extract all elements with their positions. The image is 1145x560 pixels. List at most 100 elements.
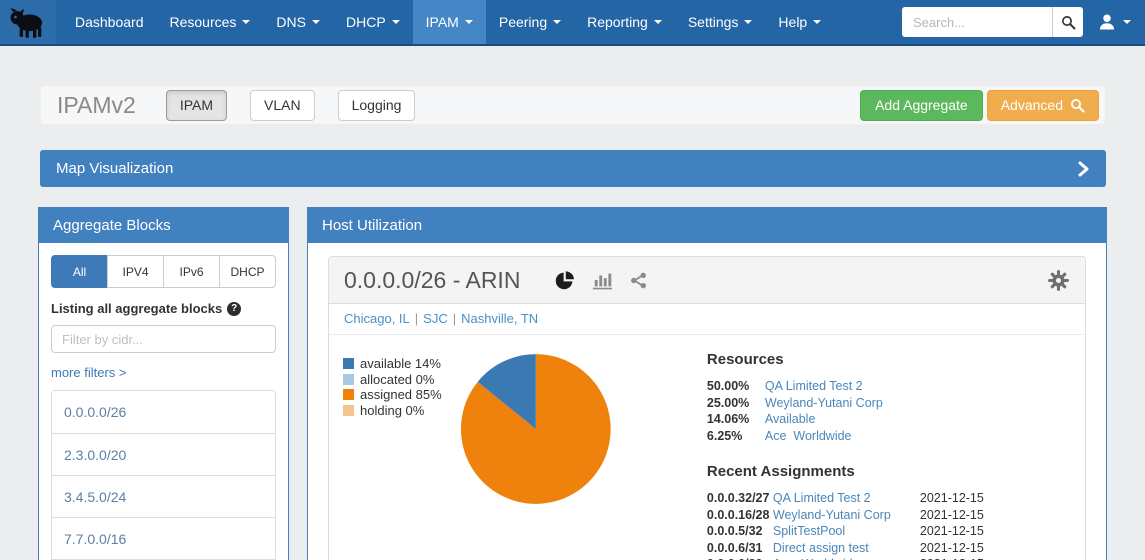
nav-item-label: Settings: [688, 14, 739, 30]
main-menu: Dashboard Resources DNS DHCP IPAM Peerin…: [62, 0, 834, 44]
chevron-down-icon: [654, 20, 662, 24]
nav-item-help[interactable]: Help: [765, 0, 834, 44]
resource-percent: 25.00%: [707, 395, 765, 412]
assignment-date: 2021-12-15: [920, 507, 984, 524]
listing-label-text: Listing all aggregate blocks: [51, 301, 222, 316]
view-button-ipam[interactable]: IPAM: [166, 90, 227, 121]
resource-link[interactable]: Available: [765, 411, 816, 428]
utilization-chart-area: available 14% allocated 0% assigned 85% …: [329, 335, 1085, 560]
nav-item-dhcp[interactable]: DHCP: [333, 0, 413, 44]
nav-item-label: Dashboard: [75, 14, 144, 30]
resources-heading: Resources: [707, 351, 1085, 368]
list-item[interactable]: 0.0.0.0/26: [52, 391, 275, 433]
assignment-link[interactable]: Weyland-Yutani Corp: [773, 507, 920, 524]
resource-link[interactable]: Weyland-Yutani Corp: [765, 395, 883, 412]
host-details-column: Resources 50.00%QA Limited Test 2 25.00%…: [707, 351, 1085, 560]
panda-logo-icon: [8, 4, 48, 40]
nav-item-label: DNS: [276, 14, 306, 30]
tab-ipv4[interactable]: IPV4: [107, 255, 164, 288]
utilization-pie-chart[interactable]: [459, 351, 613, 507]
search-icon: [1061, 15, 1076, 30]
assignment-link[interactable]: SplitTestPool: [773, 523, 920, 540]
aggregate-filter-tabs: All IPV4 IPv6 DHCP: [51, 255, 276, 288]
tab-all[interactable]: All: [51, 255, 108, 288]
view-button-vlan[interactable]: VLAN: [250, 90, 315, 121]
nav-item-dns[interactable]: DNS: [263, 0, 333, 44]
bar-chart-icon[interactable]: [591, 270, 613, 290]
assignment-date: 2021-12-15: [920, 556, 984, 560]
legend-label: holding 0%: [360, 403, 424, 419]
assignment-row: 0.0.0.5/32SplitTestPool2021-12-15: [707, 523, 1085, 540]
header-actions: Add Aggregate Advanced: [860, 90, 1099, 121]
navbar-right: [902, 0, 1145, 44]
map-visualization-bar[interactable]: Map Visualization: [40, 150, 1106, 187]
advanced-search-button[interactable]: Advanced: [987, 90, 1099, 121]
block-card: 0.0.0.0/26 - ARIN: [328, 256, 1086, 560]
resource-row: 25.00%Weyland-Yutani Corp: [707, 395, 1085, 412]
assignment-cidr: 0.0.0.5/32: [707, 523, 773, 540]
tab-ipv6[interactable]: IPv6: [163, 255, 220, 288]
search-input[interactable]: [902, 7, 1052, 37]
location-link[interactable]: Nashville, TN: [461, 311, 538, 326]
pie-chart-icon[interactable]: [554, 270, 575, 291]
assignment-link[interactable]: QA Limited Test 2: [773, 490, 920, 507]
nav-item-label: IPAM: [426, 14, 459, 30]
assignments-heading: Recent Assignments: [707, 463, 1085, 480]
aggregate-block-list: 0.0.0.0/26 2.3.0.0/20 3.4.5.0/24 7.7.0.0…: [51, 390, 276, 560]
assignment-link[interactable]: Ace Worldwide: [773, 556, 920, 560]
tab-dhcp[interactable]: DHCP: [219, 255, 276, 288]
list-item[interactable]: 7.7.0.0/16: [52, 517, 275, 559]
chevron-down-icon: [392, 20, 400, 24]
list-item[interactable]: 2.3.0.0/20: [52, 433, 275, 475]
host-utilization-panel: Host Utilization 0.0.0.0/26 - ARIN: [307, 207, 1107, 560]
cidr-filter-input[interactable]: [51, 325, 276, 353]
nav-item-label: Reporting: [587, 14, 648, 30]
resource-row: 50.00%QA Limited Test 2: [707, 378, 1085, 395]
nav-item-dashboard[interactable]: Dashboard: [62, 0, 157, 44]
nav-item-peering[interactable]: Peering: [486, 0, 574, 44]
chevron-down-icon: [465, 20, 473, 24]
nav-item-ipam[interactable]: IPAM: [413, 0, 486, 44]
add-aggregate-button[interactable]: Add Aggregate: [860, 90, 983, 121]
more-filters-link[interactable]: more filters >: [51, 365, 127, 380]
nav-item-reporting[interactable]: Reporting: [574, 0, 675, 44]
view-button-logging[interactable]: Logging: [338, 90, 416, 121]
assignment-date: 2021-12-15: [920, 540, 984, 557]
chevron-right-icon: [1076, 160, 1090, 178]
host-utilization-body: 0.0.0.0/26 - ARIN: [308, 243, 1106, 560]
assignment-cidr: 0.0.0.32/27: [707, 490, 773, 507]
location-link[interactable]: SJC: [423, 311, 448, 326]
search-button[interactable]: [1052, 7, 1083, 37]
page-header: IPAMv2 IPAM VLAN Logging Add Aggregate A…: [40, 85, 1106, 125]
share-icon[interactable]: [629, 271, 648, 290]
legend-swatch-available: [343, 358, 354, 369]
assignment-date: 2021-12-15: [920, 523, 984, 540]
nav-item-resources[interactable]: Resources: [157, 0, 264, 44]
nav-item-label: DHCP: [346, 14, 386, 30]
brand-logo[interactable]: [0, 0, 56, 44]
assignment-link[interactable]: Direct assign test: [773, 540, 920, 557]
legend-label: allocated 0%: [360, 372, 434, 388]
host-utilization-header: Host Utilization: [308, 208, 1106, 243]
block-card-header: 0.0.0.0/26 - ARIN: [329, 257, 1085, 304]
help-icon[interactable]: ?: [227, 302, 241, 316]
legend-item: assigned 85%: [343, 387, 453, 403]
resource-row: 14.06%Available: [707, 411, 1085, 428]
chevron-down-icon: [312, 20, 320, 24]
legend-item: holding 0%: [343, 403, 453, 419]
gear-icon[interactable]: [1047, 269, 1070, 292]
legend-swatch-holding: [343, 405, 354, 416]
advanced-label: Advanced: [1001, 97, 1063, 113]
location-link[interactable]: Chicago, IL: [344, 311, 410, 326]
grid-view-icon[interactable]: [664, 273, 683, 287]
resource-link[interactable]: Ace Worldwide: [765, 428, 852, 445]
resource-link[interactable]: QA Limited Test 2: [765, 378, 863, 395]
nav-item-settings[interactable]: Settings: [675, 0, 766, 44]
chevron-down-icon: [242, 20, 250, 24]
user-menu[interactable]: [1097, 12, 1131, 32]
listing-label: Listing all aggregate blocks ?: [51, 301, 276, 316]
aggregate-blocks-header: Aggregate Blocks: [39, 208, 288, 243]
nav-item-label: Resources: [170, 14, 237, 30]
search-icon: [1070, 98, 1085, 113]
list-item[interactable]: 3.4.5.0/24: [52, 475, 275, 517]
